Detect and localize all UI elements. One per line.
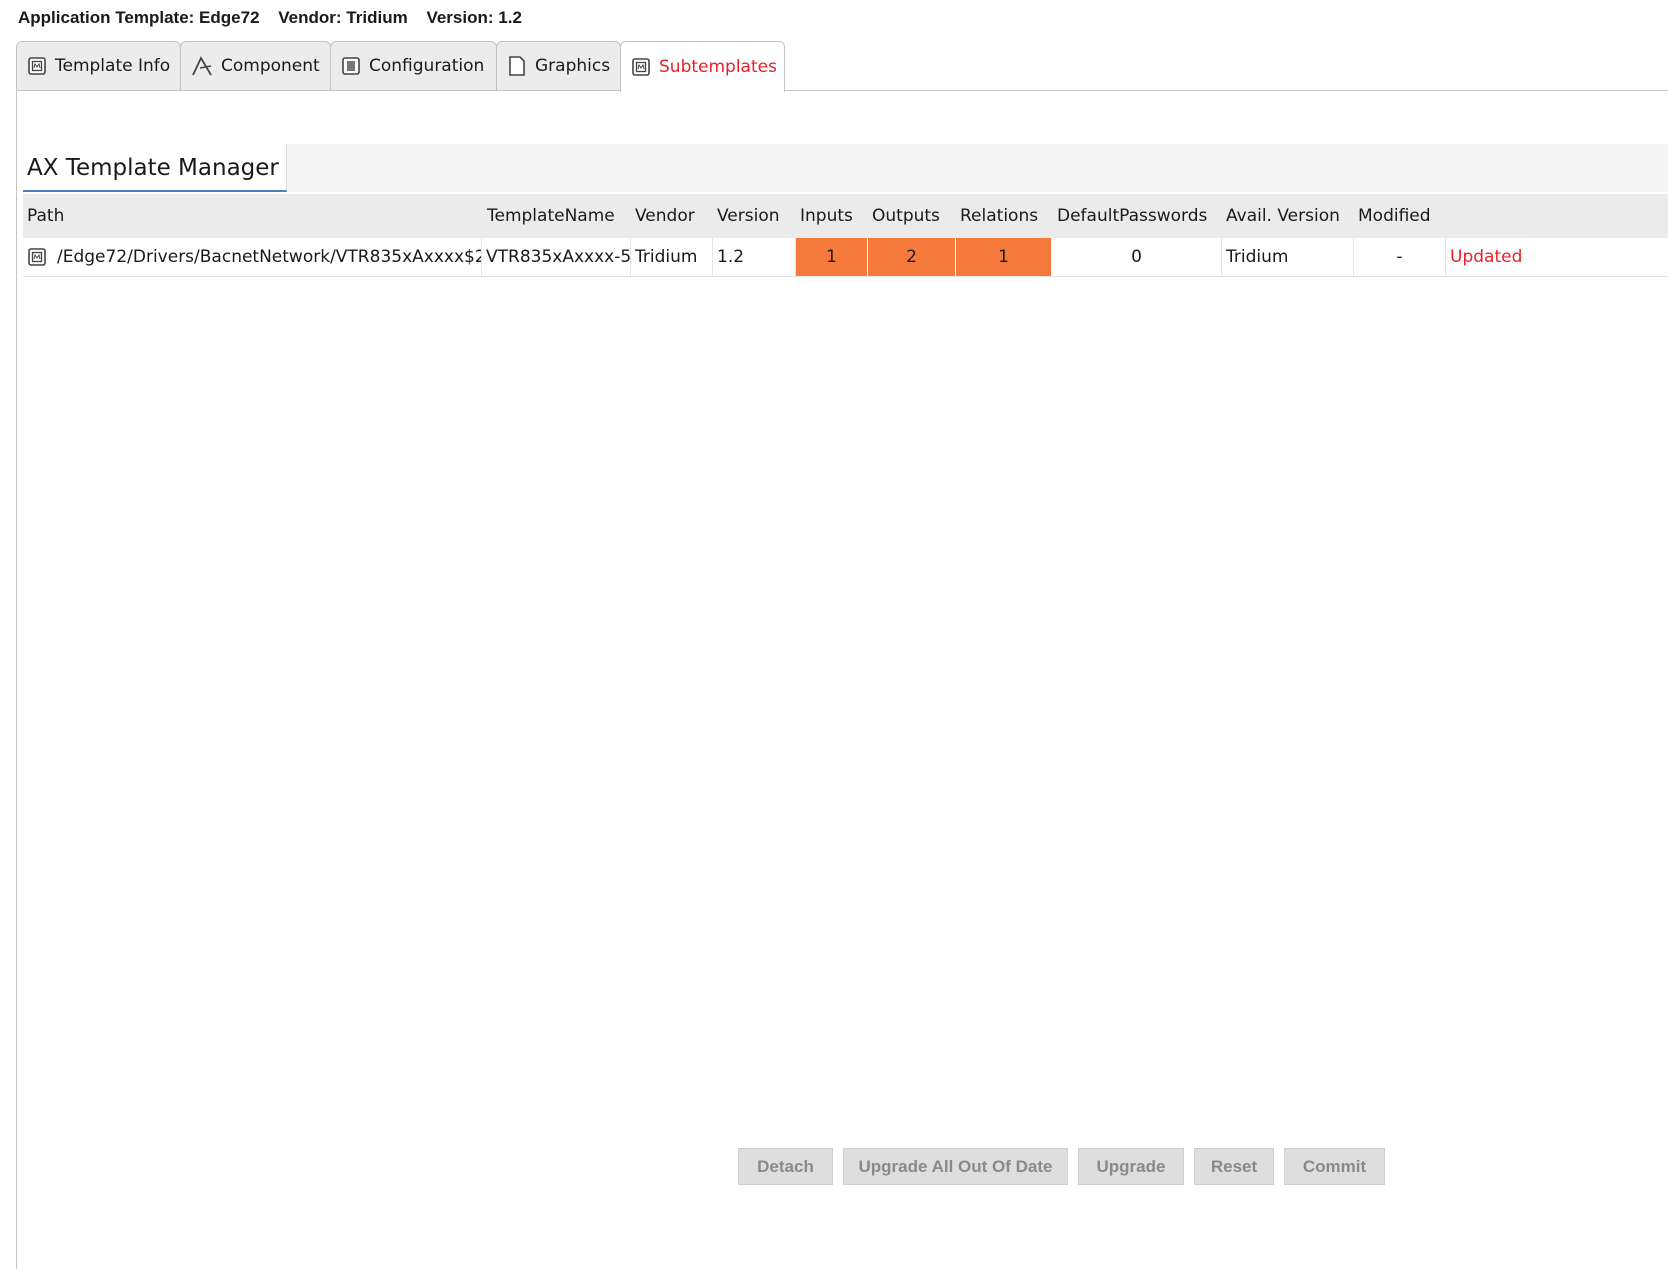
- template-doc-icon: [27, 55, 47, 77]
- table-row[interactable]: /Edge72/Drivers/BacnetNetwork/VTR835xAxx…: [23, 238, 1668, 277]
- detach-button[interactable]: Detach: [738, 1148, 833, 1185]
- column-header-relations[interactable]: Relations: [956, 194, 1052, 238]
- tab-label: Template Info: [55, 56, 171, 76]
- column-header-path[interactable]: Path: [23, 194, 481, 238]
- column-header-vendor[interactable]: Vendor: [631, 194, 712, 238]
- cell-version: 1.2: [713, 238, 796, 276]
- upgrade-button[interactable]: Upgrade: [1078, 1148, 1184, 1185]
- vendor-value: Tridium: [346, 8, 408, 27]
- tab-component[interactable]: Component: [180, 41, 331, 90]
- cell-template-name: VTR835xAxxxx-56: [482, 238, 631, 276]
- tab-configuration[interactable]: Configuration: [330, 41, 497, 90]
- cell-default-passwords: 0: [1052, 238, 1222, 276]
- cell-vendor: Tridium: [631, 238, 713, 276]
- column-header-modified[interactable]: Modified: [1354, 194, 1446, 238]
- tab-label: Configuration: [369, 56, 485, 76]
- component-icon: [191, 55, 213, 77]
- template-label: Application Template:: [18, 8, 195, 27]
- tab-graphics[interactable]: Graphics: [496, 41, 621, 90]
- content-left-border: [16, 91, 17, 1269]
- column-header-status[interactable]: [1446, 194, 1668, 238]
- tab-label: Component: [221, 56, 320, 76]
- vendor-label: Vendor:: [278, 8, 342, 27]
- template-doc-icon: [28, 248, 46, 266]
- table-header: Path TemplateName Vendor Version Inputs …: [23, 194, 1668, 238]
- cell-avail-version: Tridium: [1222, 238, 1354, 276]
- column-header-template-name[interactable]: TemplateName: [483, 194, 631, 238]
- version-value: 1.2: [498, 8, 522, 27]
- cell-path: /Edge72/Drivers/BacnetNetwork/VTR835xAxx…: [23, 238, 482, 276]
- reset-button[interactable]: Reset: [1194, 1148, 1274, 1185]
- version-label: Version:: [426, 8, 494, 27]
- column-header-inputs[interactable]: Inputs: [796, 194, 868, 238]
- column-header-version[interactable]: Version: [713, 194, 796, 238]
- commit-button[interactable]: Commit: [1284, 1148, 1385, 1185]
- cell-status: Updated: [1450, 247, 1523, 267]
- cell-outputs: 2: [868, 238, 956, 276]
- column-header-outputs[interactable]: Outputs: [868, 194, 956, 238]
- column-header-default-passwords[interactable]: DefaultPasswords: [1053, 194, 1222, 238]
- cell-inputs: 1: [796, 238, 868, 276]
- application-header: Application Template: Edge72 Vendor: Tri…: [18, 6, 536, 30]
- template-value: Edge72: [199, 8, 260, 27]
- tabbar-divider: [16, 90, 1668, 91]
- cell-modified: -: [1354, 238, 1446, 276]
- page-icon: [507, 55, 527, 77]
- column-header-avail-version[interactable]: Avail. Version: [1222, 194, 1354, 238]
- upgrade-all-out-of-date-button[interactable]: Upgrade All Out Of Date: [843, 1148, 1068, 1185]
- cell-path-text: /Edge72/Drivers/BacnetNetwork/VTR835xAxx…: [57, 247, 482, 267]
- manager-tab-ax-template-manager[interactable]: AX Template Manager: [23, 144, 287, 192]
- tab-label: Subtemplates: [659, 57, 777, 77]
- tab-label: Graphics: [535, 56, 611, 76]
- template-doc-icon: [631, 56, 651, 78]
- view-tabs: Template Info Component Configuration Gr…: [16, 41, 1668, 92]
- configuration-doc-icon: [341, 55, 361, 77]
- cell-relations: 1: [956, 238, 1052, 276]
- tab-subtemplates[interactable]: Subtemplates: [620, 41, 785, 92]
- tab-template-info[interactable]: Template Info: [16, 41, 181, 90]
